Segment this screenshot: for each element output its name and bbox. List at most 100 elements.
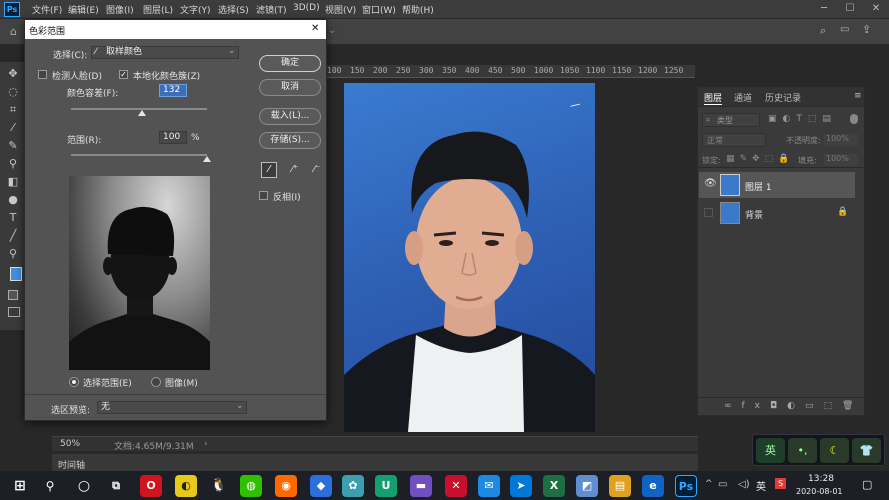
filter-toggle-icon[interactable] (850, 114, 858, 124)
browser-icon[interactable]: ◐ (175, 475, 197, 497)
layer-name[interactable]: 图层 1 (745, 180, 772, 193)
type-tool-icon[interactable]: T (4, 211, 22, 225)
excel-icon[interactable]: X (543, 475, 565, 497)
localized-checkbox[interactable]: ✓ (119, 70, 128, 79)
opacity-field[interactable]: 100% (824, 134, 858, 146)
layer-name[interactable]: 背景 (745, 208, 763, 221)
tray-expand-icon[interactable]: ^ (705, 479, 713, 489)
visibility-eye-icon[interactable]: 👁 (704, 178, 717, 189)
stamp-tool-icon[interactable]: ⚲ (4, 157, 22, 171)
explorer-icon[interactable]: ▤ (609, 475, 631, 497)
tab-channels[interactable]: 通道 (734, 91, 752, 104)
minimize-icon[interactable]: ─ (814, 2, 834, 16)
search-icon[interactable]: ⚲ (39, 475, 61, 497)
fuzziness-input[interactable]: 132 (159, 84, 187, 97)
settings-icon[interactable]: ✿ (342, 475, 364, 497)
home-icon[interactable]: ⌂ (10, 25, 17, 38)
menu-help[interactable]: 帮助(H) (402, 3, 434, 16)
menu-file[interactable]: 文件(F) (32, 3, 62, 16)
burn-tool-icon[interactable]: ● (4, 193, 22, 207)
select-dropdown[interactable]: ⁄ 取样颜色 ⌄ (91, 46, 239, 59)
opera-icon[interactable]: O (140, 475, 162, 497)
fuzziness-slider-thumb[interactable] (137, 110, 146, 116)
quick-mask-icon[interactable] (8, 290, 18, 300)
layer-row-layer1[interactable]: 👁 图层 1 (699, 172, 855, 198)
foreground-color-swatch[interactable] (10, 267, 22, 281)
edge-icon[interactable]: e (642, 475, 664, 497)
qq-icon[interactable]: 🐧 (208, 475, 230, 497)
selection-radio[interactable] (69, 377, 79, 387)
ime-punct-icon[interactable]: •, (788, 438, 817, 463)
preview-select[interactable]: 无 ⌄ (97, 401, 247, 414)
filter-icons[interactable]: ▣◐T⬚▤ (768, 114, 837, 124)
media-icon[interactable]: ▬ (410, 475, 432, 497)
line-tool-icon[interactable]: ╱ (4, 229, 22, 243)
windows-start-icon[interactable]: ⊞ (9, 475, 31, 497)
input-lang-indicator[interactable]: 英 (756, 478, 766, 493)
menu-select[interactable]: 选择(S) (218, 3, 249, 16)
eyedropper-minus-icon[interactable]: ⁄⁻ (309, 162, 325, 178)
move-tool-icon[interactable]: ✥ (4, 67, 22, 81)
portrait-photo[interactable]: ⁄ (344, 83, 595, 432)
menu-layer[interactable]: 图层(L) (143, 3, 173, 16)
screen-mode-icon[interactable] (8, 307, 20, 317)
cancel-button[interactable]: 取消 (259, 79, 321, 96)
eyedropper-icon[interactable]: ⁄ (261, 162, 277, 178)
menu-filter[interactable]: 滤镜(T) (256, 3, 287, 16)
load-button[interactable]: 载入(L)... (259, 108, 321, 125)
xmind-icon[interactable]: ✕ (445, 475, 467, 497)
menu-window[interactable]: 窗口(W) (362, 3, 396, 16)
range-slider-track[interactable] (71, 154, 207, 156)
selection-preview[interactable] (69, 176, 210, 370)
image-radio[interactable] (151, 377, 161, 387)
share-icon[interactable]: ⇪ (862, 23, 871, 36)
u-app-icon[interactable]: U (375, 475, 397, 497)
brush-tool-icon[interactable]: ✎ (4, 139, 22, 153)
ok-button[interactable]: 确定 (259, 55, 321, 72)
save-button[interactable]: 存储(S)... (259, 132, 321, 149)
close-window-icon[interactable]: ✕ (866, 2, 886, 16)
notification-icon[interactable]: ▢ (862, 478, 872, 491)
maximize-icon[interactable]: ☐ (840, 2, 860, 16)
layer-actions-icons[interactable]: ∞fx◘◐▭⬚🗑 (724, 401, 863, 411)
ime-skin-icon[interactable]: 👕 (852, 438, 881, 463)
task-view-icon[interactable]: ⧉ (105, 475, 127, 497)
feather-icon[interactable]: ➤ (510, 475, 532, 497)
volume-icon[interactable]: ◁) (738, 479, 750, 490)
cortana-icon[interactable]: ○ (73, 475, 95, 497)
fill-field[interactable]: 100% (824, 154, 858, 166)
crop-tool-icon[interactable]: ⌗ (4, 103, 22, 117)
search-icon[interactable]: ⌕ (820, 24, 826, 38)
menu-image[interactable]: 图像(I) (106, 3, 134, 16)
tab-layers[interactable]: 图层 (704, 91, 723, 105)
status-arrow-icon[interactable]: › (204, 439, 208, 449)
range-input[interactable]: 100 (159, 131, 187, 144)
visibility-box[interactable] (704, 208, 713, 217)
lock-icons[interactable]: ▦✎✥⬚🔒 (726, 154, 794, 164)
layer-filter-select[interactable]: ⌕ 类型 (702, 113, 760, 127)
detect-faces-checkbox[interactable] (38, 70, 47, 79)
ime-lang-button[interactable]: 英 (756, 438, 785, 463)
ime-moon-icon[interactable]: ☾ (820, 438, 849, 463)
eyedropper-tool-icon[interactable]: ⁄ (4, 121, 22, 135)
layer-row-background[interactable]: 背景 🔒 (699, 200, 855, 226)
blend-mode-select[interactable]: 正常 (702, 133, 766, 147)
options-dropdown-icon[interactable]: ⌄ (328, 25, 336, 36)
invert-checkbox[interactable] (259, 191, 268, 200)
zoom-tool-icon[interactable]: ⚲ (4, 247, 22, 261)
tool-icon[interactable]: ✉ (478, 475, 500, 497)
eyedropper-plus-icon[interactable]: ⁄⁺ (287, 162, 303, 178)
lasso-tool-icon[interactable]: ◌ (4, 85, 22, 99)
workspace-icon[interactable]: ▭ (840, 24, 849, 35)
clock-time[interactable]: 13:28 (808, 474, 834, 484)
tab-history[interactable]: 历史记录 (765, 91, 801, 104)
network-icon[interactable]: ▭ (718, 479, 727, 490)
photoshop-taskbar-icon[interactable]: Ps (675, 475, 697, 497)
dialog-titlebar[interactable]: 色彩范围 ✕ (25, 20, 326, 39)
range-slider-thumb[interactable] (203, 156, 211, 162)
menu-3d[interactable]: 3D(D) (293, 3, 320, 13)
menu-type[interactable]: 文字(Y) (180, 3, 211, 16)
paint-icon[interactable]: ◩ (576, 475, 598, 497)
zoom-level[interactable]: 50% (60, 439, 80, 449)
clock-date[interactable]: 2020-08-01 (796, 487, 843, 496)
